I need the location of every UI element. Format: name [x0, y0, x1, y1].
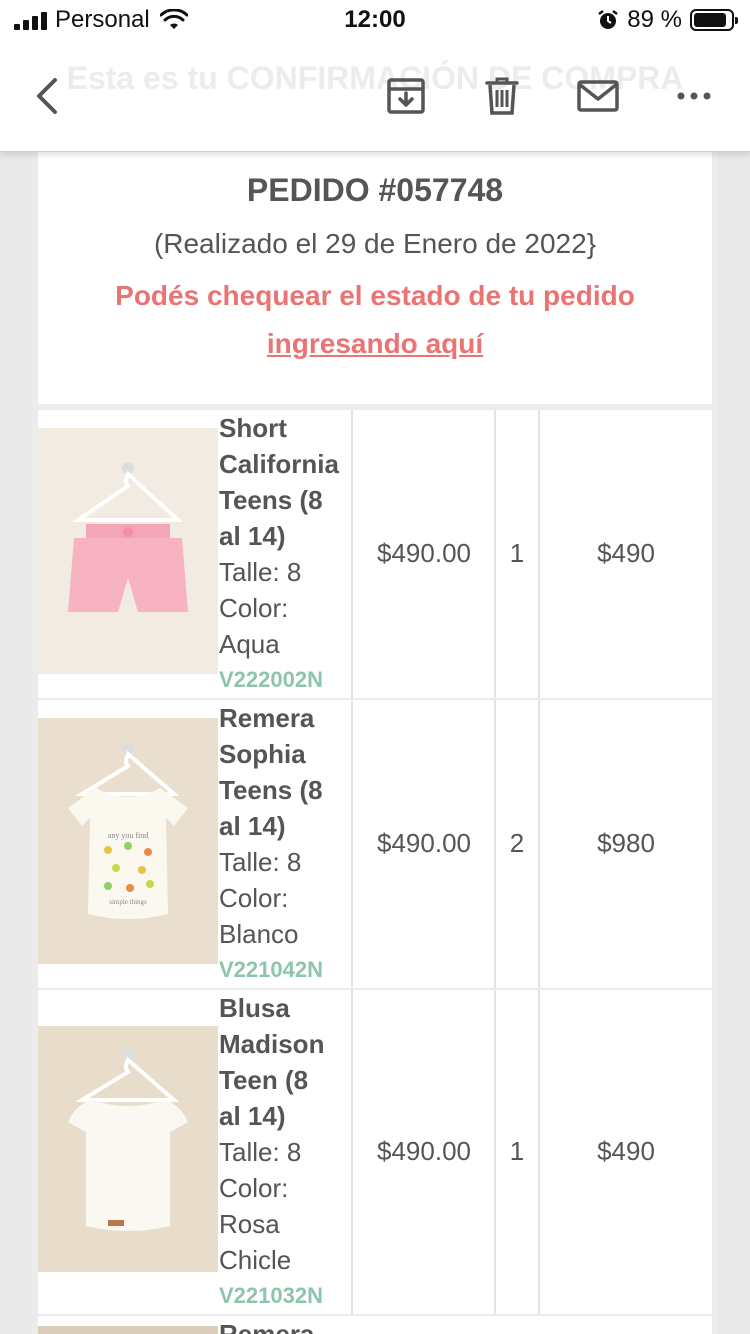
divider [351, 700, 353, 988]
battery-percent: 89 % [627, 6, 682, 33]
order-date: (Realizado el 29 de Enero de 2022} [153, 228, 597, 259]
sku: V221042N [219, 957, 323, 982]
divider [351, 990, 353, 1314]
back-button[interactable] [18, 68, 74, 124]
product-image-blouse[interactable] [38, 1026, 218, 1272]
email-subject-ghost: Esta es tu CONFIRMACIÓN DE COMPRA [66, 60, 684, 96]
order-header: PEDIDO #057748 (Realizado el 29 de Enero… [38, 152, 712, 404]
alarm-icon [598, 10, 619, 29]
divider [351, 410, 353, 698]
product-image-shorts[interactable] [38, 428, 218, 674]
quantity: 2 [509, 828, 525, 858]
order-item-row: Blusa Madison Teen (8 al 14) Talle: 8 Co… [38, 990, 712, 1314]
quantity: 1 [509, 1136, 525, 1166]
product-image-tshirt[interactable]: any you find simple things [38, 718, 218, 964]
signal-icon [14, 10, 47, 30]
product-image[interactable] [38, 1326, 218, 1334]
svg-text:any you find: any you find [108, 831, 148, 840]
mark-unread-button[interactable] [570, 68, 626, 124]
mail-icon [577, 80, 619, 112]
item-description: Remera [219, 1319, 315, 1334]
line-total: $980 [597, 828, 655, 858]
unit-price: $490.00 [377, 828, 471, 858]
more-icon [677, 92, 711, 100]
order-item-row: Remera [38, 1316, 712, 1334]
archive-button[interactable] [378, 68, 434, 124]
order-item-row: any you find simple things Remera Sophia… [38, 700, 712, 988]
delete-button[interactable] [474, 68, 530, 124]
mail-toolbar: Esta es tu CONFIRMACIÓN DE COMPRA [0, 40, 750, 152]
item-description: Remera Sophia Teens (8 al 14) Talle: 8 C… [219, 700, 351, 988]
archive-icon [387, 78, 425, 114]
more-button[interactable] [666, 68, 722, 124]
line-total: $490 [597, 1136, 655, 1166]
check-status-text: Podés chequear el estado de tu pedido in… [115, 280, 635, 359]
line-total: $490 [597, 538, 655, 568]
unit-price: $490.00 [377, 1136, 471, 1166]
carrier-name: Personal [55, 6, 150, 33]
chevron-left-icon [37, 78, 57, 114]
sku: V221032N [219, 1283, 323, 1308]
order-item-row: Short California Teens (8 al 14) Talle: … [38, 410, 712, 698]
item-description: Short California Teens (8 al 14) Talle: … [219, 410, 351, 698]
battery-icon [690, 9, 738, 31]
quantity: 1 [509, 538, 525, 568]
status-bar: Personal 12:00 89 % [0, 0, 750, 40]
order-number: PEDIDO #057748 [246, 172, 504, 208]
trash-icon [485, 77, 519, 115]
email-body: PEDIDO #057748 (Realizado el 29 de Enero… [32, 140, 718, 1334]
sku: V222002N [219, 667, 323, 692]
svg-text:simple things: simple things [109, 898, 147, 906]
wifi-icon [159, 9, 188, 29]
check-status-link[interactable]: ingresando aquí [267, 328, 483, 359]
item-description: Blusa Madison Teen (8 al 14) Talle: 8 Co… [219, 990, 351, 1314]
unit-price: $490.00 [377, 538, 471, 568]
